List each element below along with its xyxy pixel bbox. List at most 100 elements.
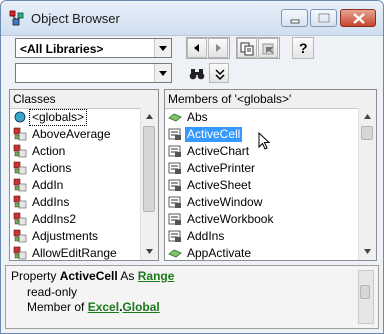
scroll-thumb[interactable] [360,285,370,299]
member-item-row[interactable]: ActiveWindow [165,194,365,211]
property-icon [168,178,182,192]
class-icon [13,195,27,209]
binoculars-icon [189,69,205,80]
class-item-row[interactable]: Adjustments [10,228,158,245]
class-item-label: Actions [32,161,72,175]
member-name: ActiveCell [59,269,118,283]
class-icon [13,212,27,226]
view-definition-button[interactable] [258,38,278,58]
go-back-button[interactable] [187,38,207,58]
member-item-label: AddIns [187,229,225,243]
library-link[interactable]: Excel [88,300,119,314]
class-link[interactable]: Global [122,300,159,314]
member-item-label: ActiveSheet [187,178,252,192]
copy-icon [240,42,254,56]
close-button[interactable] [340,9,376,27]
close-icon [353,13,365,24]
classes-scrollbar[interactable] [140,108,158,260]
details-member-of: Member of Excel.Global [27,300,160,314]
help-label: ? [299,40,308,56]
search-text-dropdown[interactable] [15,63,172,83]
member-item-label: ActiveWindow [187,195,263,209]
class-item-row[interactable]: AddIns2 [10,211,158,228]
go-forward-button[interactable] [208,38,228,58]
minimize-button[interactable] [281,9,308,27]
details-signature: Property ActiveCell As Range [11,269,175,283]
scroll-thumb[interactable] [361,126,373,140]
member-item-row[interactable]: ActivePrinter [165,160,365,177]
class-item-row[interactable]: AddIns [10,194,158,211]
members-list[interactable]: Members of '<globals>' Abs ActiveCell Acti… [164,89,377,261]
globals-icon [13,110,27,124]
chevron-down-icon[interactable] [154,39,171,57]
arrow-left-icon [194,44,199,52]
details-pane: Property ActiveCell As Range read-only M… [5,265,379,329]
class-item-row[interactable]: Action [10,143,158,160]
property-icon [168,161,182,175]
class-icon [13,161,27,175]
type-link[interactable]: Range [138,269,175,283]
scroll-up-icon[interactable] [141,108,158,125]
search-button[interactable] [186,63,206,83]
class-item-label: AddIns2 [32,212,77,226]
method-icon [168,246,182,260]
member-item-label: ActiveWorkbook [187,212,274,226]
scroll-thumb[interactable] [143,126,155,212]
class-item-label: <globals> [28,109,88,126]
class-icon [13,144,27,158]
member-item-row[interactable]: ActiveWorkbook [165,211,365,228]
method-icon [168,110,182,124]
view-definition-icon [262,43,274,55]
details-scrollbar[interactable] [358,270,374,324]
help-button[interactable]: ? [292,37,314,59]
double-chevron-down-icon [215,69,225,81]
class-icon [13,246,27,260]
classes-list[interactable]: Classes <globals> AboveAverage Action Actio… [9,89,159,261]
member-item-label: AppActivate [187,246,252,260]
object-browser-window: Object Browser <All Libraries> ? Classes… [0,0,384,334]
class-item-row[interactable]: AllowEditRange [10,245,158,260]
class-item-row[interactable]: AddIn [10,177,158,194]
library-dropdown[interactable]: <All Libraries> [15,38,172,58]
scroll-down-icon[interactable] [359,243,376,260]
copy-button[interactable] [237,38,257,58]
member-item-row[interactable]: AddIns [165,228,365,245]
members-header: Members of '<globals>' [165,90,376,109]
details-readonly: read-only [27,285,78,299]
member-item-label: ActiveChart [187,144,250,158]
class-item-label: Action [32,144,66,158]
member-item-label: Abs [187,110,208,124]
maximize-button[interactable] [310,9,337,27]
member-item-row[interactable]: AppActivate [165,245,365,260]
member-item-label: ActiveCell [185,127,243,142]
class-item-row[interactable]: AboveAverage [10,126,158,143]
chevron-down-icon[interactable] [154,64,171,82]
class-icon [13,127,27,141]
property-icon [168,229,182,243]
property-icon [168,212,182,226]
class-item-label: Adjustments [32,229,99,243]
property-icon [168,144,182,158]
class-item-row[interactable]: <globals> [10,109,158,126]
class-item-label: AddIn [32,178,64,192]
minimize-icon [290,19,300,24]
member-item-label: ActivePrinter [187,161,256,175]
members-scrollbar[interactable] [358,108,376,260]
member-item-row[interactable]: Abs [165,109,365,126]
classes-header: Classes [10,90,158,109]
scroll-down-icon[interactable] [141,243,158,260]
maximize-icon [318,13,330,23]
member-item-row[interactable]: ActiveSheet [165,177,365,194]
class-item-label: AllowEditRange [32,246,117,260]
class-item-label: AboveAverage [32,127,111,141]
class-item-row[interactable]: Actions [10,160,158,177]
class-icon [13,178,27,192]
object-browser-icon [9,10,24,26]
window-title: Object Browser [31,11,120,26]
arrow-right-icon [216,44,221,52]
class-icon [13,229,27,243]
property-icon [168,195,182,209]
toggle-search-results-button[interactable] [209,63,229,83]
scroll-up-icon[interactable] [359,108,376,125]
title-bar[interactable]: Object Browser [1,1,383,36]
